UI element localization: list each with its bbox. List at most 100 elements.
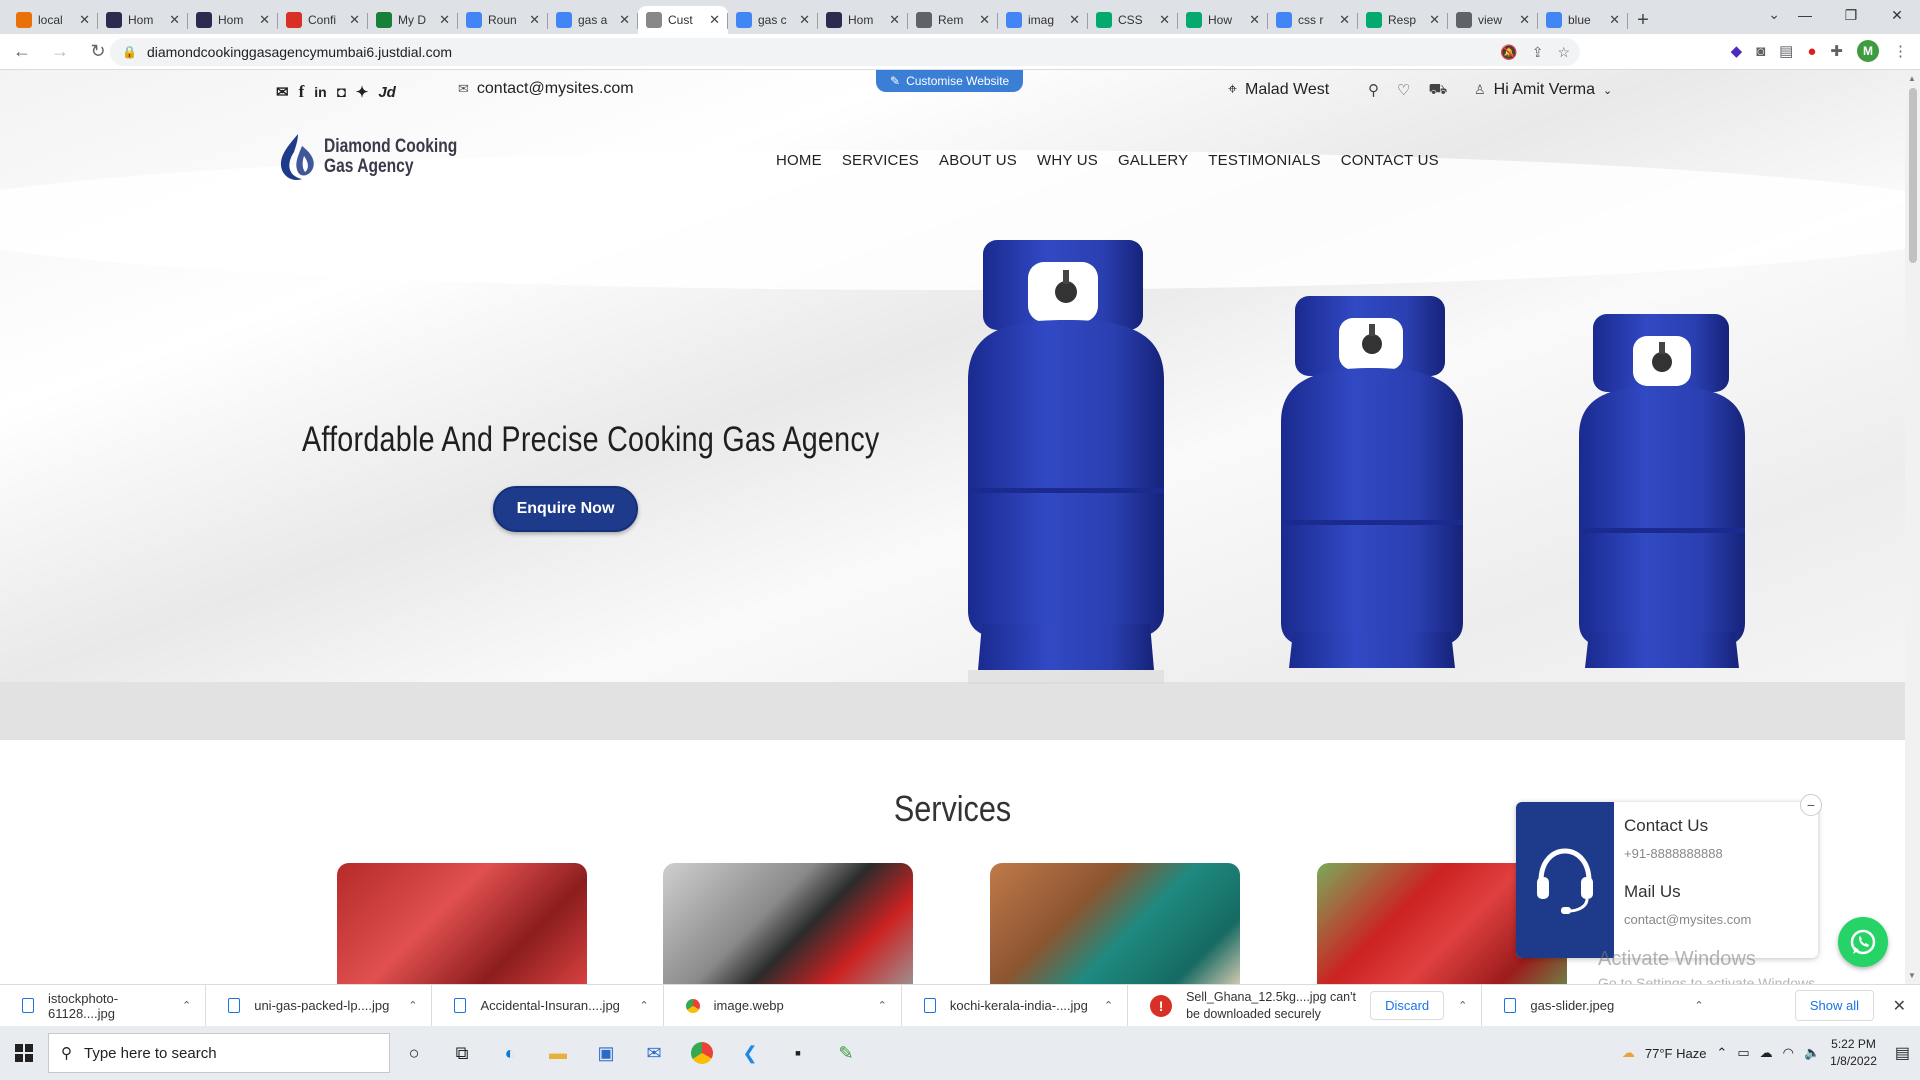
nav-link-contact-us[interactable]: CONTACT US bbox=[1341, 152, 1439, 169]
contact-email[interactable]: contact@mysites.com bbox=[1624, 912, 1751, 927]
topbar-email[interactable]: ✉ contact@mysites.com bbox=[458, 80, 634, 98]
weather-text[interactable]: 77°F Haze bbox=[1645, 1046, 1707, 1061]
browser-tab[interactable]: Resp ✕ bbox=[1358, 6, 1448, 34]
scrollbar-thumb[interactable] bbox=[1909, 88, 1917, 263]
download-item[interactable]: gas-slider.jpeg ⌃ bbox=[1482, 985, 1717, 1027]
twitter-icon[interactable]: ✦ bbox=[356, 83, 369, 101]
close-tab-icon[interactable]: ✕ bbox=[79, 12, 90, 28]
facebook-icon[interactable]: f bbox=[299, 82, 305, 102]
mail-icon[interactable]: ✉ bbox=[630, 1026, 678, 1080]
browser-tab[interactable]: local ✕ bbox=[8, 6, 98, 34]
scroll-down-arrow-icon[interactable]: ▼ bbox=[1908, 971, 1916, 980]
cortana-icon[interactable]: ○ bbox=[390, 1026, 438, 1080]
download-item[interactable]: image.webp ⌃ bbox=[664, 984, 902, 1027]
terminal-icon[interactable]: ▪ bbox=[774, 1026, 822, 1080]
notepad-icon[interactable]: ✎ bbox=[822, 1026, 870, 1080]
chevron-up-icon[interactable]: ⌃ bbox=[1694, 999, 1703, 1012]
weather-icon[interactable]: ☁ bbox=[1622, 1045, 1635, 1061]
page-scrollbar[interactable]: ▲ ▼ bbox=[1905, 70, 1920, 984]
close-tab-icon[interactable]: ✕ bbox=[1159, 12, 1170, 28]
download-item[interactable]: istockphoto-61128....jpg ⌃ bbox=[0, 984, 207, 1027]
chevron-up-icon[interactable]: ⌃ bbox=[1104, 999, 1113, 1012]
download-item[interactable]: Accidental-Insuran....jpg ⌃ bbox=[432, 984, 664, 1027]
nav-link-testimonials[interactable]: TESTIMONIALS bbox=[1208, 152, 1320, 169]
chevron-up-icon[interactable]: ⌃ bbox=[182, 999, 191, 1012]
whatsapp-button[interactable] bbox=[1838, 917, 1888, 967]
close-tab-icon[interactable]: ✕ bbox=[889, 12, 900, 28]
close-tab-icon[interactable]: ✕ bbox=[1069, 12, 1080, 28]
browser-tab[interactable]: gas c ✕ bbox=[728, 6, 818, 34]
store-icon[interactable]: ▣ bbox=[582, 1026, 630, 1080]
close-window-button[interactable]: ✕ bbox=[1874, 0, 1920, 30]
user-menu[interactable]: ♙ Hi Amit Verma ⌄ bbox=[1474, 81, 1612, 99]
browser-tab[interactable]: My D ✕ bbox=[368, 6, 458, 34]
browser-tab[interactable]: gas a ✕ bbox=[548, 6, 638, 34]
close-tab-icon[interactable]: ✕ bbox=[1339, 12, 1350, 28]
browser-tab[interactable]: Rem ✕ bbox=[908, 6, 998, 34]
service-card-image-1[interactable] bbox=[337, 863, 587, 984]
justdial-icon[interactable]: Jd bbox=[378, 84, 396, 101]
browser-tab[interactable]: CSS ✕ bbox=[1088, 6, 1178, 34]
chrome-icon[interactable] bbox=[678, 1026, 726, 1080]
share-icon[interactable]: ⇪ bbox=[1532, 44, 1544, 61]
site-logo[interactable]: Diamond Cooking Gas Agency bbox=[276, 132, 487, 182]
browser-tab[interactable]: Confi ✕ bbox=[278, 6, 368, 34]
service-card-image-2[interactable] bbox=[663, 863, 913, 984]
browser-tab[interactable]: Hom ✕ bbox=[188, 6, 278, 34]
minimize-widget-button[interactable]: − bbox=[1800, 794, 1822, 816]
file-explorer-icon[interactable]: ▬ bbox=[534, 1026, 582, 1080]
edge-icon[interactable]: ◐ bbox=[486, 1026, 534, 1080]
nav-link-services[interactable]: SERVICES bbox=[842, 152, 919, 169]
close-tab-icon[interactable]: ✕ bbox=[529, 12, 540, 28]
wifi-icon[interactable]: ◠ bbox=[1783, 1045, 1794, 1061]
service-card-image-3[interactable] bbox=[990, 863, 1240, 984]
close-tab-icon[interactable]: ✕ bbox=[1249, 12, 1260, 28]
chevron-up-icon[interactable]: ⌃ bbox=[1716, 1045, 1727, 1061]
extensions-puzzle-icon[interactable]: ✚ bbox=[1830, 42, 1843, 60]
email-icon[interactable]: ✉ bbox=[276, 83, 289, 101]
cart-icon[interactable]: ⛟ bbox=[1428, 81, 1447, 100]
forward-button[interactable]: → bbox=[44, 36, 76, 68]
contact-phone[interactable]: +91-8888888888 bbox=[1624, 846, 1723, 861]
browser-menu-icon[interactable]: ⋮ bbox=[1893, 42, 1908, 60]
chevron-up-icon[interactable]: ⌃ bbox=[639, 999, 648, 1012]
scroll-up-arrow-icon[interactable]: ▲ bbox=[1908, 74, 1916, 83]
linkedin-icon[interactable]: in bbox=[314, 84, 326, 100]
volume-icon[interactable]: 🔈 bbox=[1804, 1045, 1820, 1061]
browser-tab[interactable]: Cust ✕ bbox=[638, 6, 728, 34]
close-tab-icon[interactable]: ✕ bbox=[1609, 12, 1620, 28]
address-bar[interactable]: 🔒 diamondcookinggasagencymumbai6.justdia… bbox=[110, 38, 1580, 66]
browser-tab[interactable]: Hom ✕ bbox=[818, 6, 908, 34]
browser-tab[interactable]: How ✕ bbox=[1178, 6, 1268, 34]
chevron-up-icon[interactable]: ⌃ bbox=[408, 999, 417, 1012]
nav-link-about-us[interactable]: ABOUT US bbox=[939, 152, 1017, 169]
instagram-icon[interactable]: ◘ bbox=[337, 84, 346, 101]
close-tab-icon[interactable]: ✕ bbox=[1429, 12, 1440, 28]
customise-website-button[interactable]: ✎ Customise Website bbox=[876, 70, 1024, 92]
restore-button[interactable]: ❐ bbox=[1828, 0, 1874, 30]
clock[interactable]: 5:22 PM 1/8/2022 bbox=[1830, 1036, 1877, 1070]
browser-tab[interactable]: Roun ✕ bbox=[458, 6, 548, 34]
close-tab-icon[interactable]: ✕ bbox=[709, 12, 720, 28]
taskbar-search[interactable]: ⚲ Type here to search bbox=[48, 1033, 390, 1073]
extension-clipboard-icon[interactable]: ▤ bbox=[1779, 42, 1793, 60]
lock-icon[interactable]: 🔒 bbox=[122, 45, 137, 59]
notifications-blocked-icon[interactable]: 🔕 bbox=[1500, 44, 1517, 61]
discard-button[interactable]: Discard bbox=[1370, 991, 1445, 1020]
extension-opera-icon[interactable]: ● bbox=[1807, 43, 1816, 60]
extension-diamond-icon[interactable]: ◆ bbox=[1731, 42, 1743, 60]
enquire-now-button[interactable]: Enquire Now bbox=[493, 486, 638, 532]
close-tab-icon[interactable]: ✕ bbox=[169, 12, 180, 28]
task-view-icon[interactable]: ⧉ bbox=[438, 1026, 486, 1080]
close-tab-icon[interactable]: ✕ bbox=[799, 12, 810, 28]
chevron-up-icon[interactable]: ⌃ bbox=[1458, 999, 1467, 1012]
extension-camera-icon[interactable]: ◙ bbox=[1756, 43, 1765, 60]
nav-link-why-us[interactable]: WHY US bbox=[1037, 152, 1098, 169]
nav-link-home[interactable]: HOME bbox=[776, 152, 822, 169]
show-all-button[interactable]: Show all bbox=[1794, 990, 1874, 1021]
close-tab-icon[interactable]: ✕ bbox=[439, 12, 450, 28]
download-item[interactable]: kochi-kerala-india-....jpg ⌃ bbox=[902, 984, 1129, 1027]
nav-link-gallery[interactable]: GALLERY bbox=[1118, 152, 1188, 169]
tab-search-icon[interactable]: ⌄ bbox=[1768, 6, 1780, 23]
close-downloads-icon[interactable]: ✕ bbox=[1893, 996, 1906, 1016]
